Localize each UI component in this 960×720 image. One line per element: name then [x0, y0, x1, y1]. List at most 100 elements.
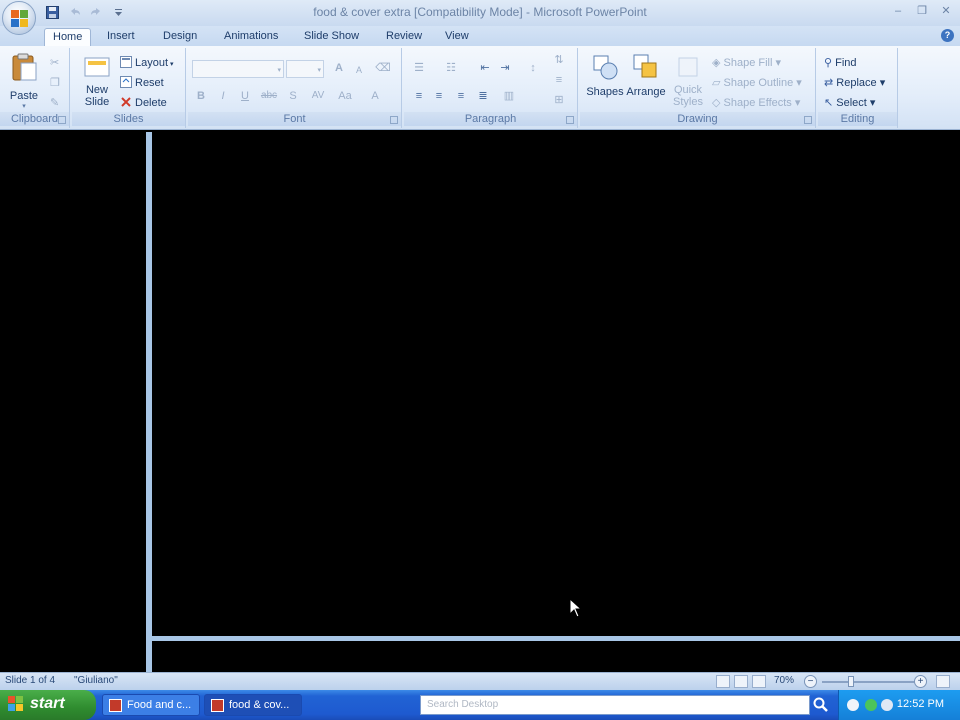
tab-design[interactable]: Design	[155, 28, 205, 46]
notes-pane[interactable]	[152, 641, 960, 672]
layout-button[interactable]: Layout ▾	[120, 56, 174, 69]
cut-icon[interactable]: ✂	[50, 56, 59, 69]
office-button[interactable]	[2, 1, 36, 35]
change-case-button[interactable]: Aa	[334, 88, 356, 104]
reset-label: Reset	[135, 77, 164, 89]
align-left-icon[interactable]: ≡	[410, 88, 428, 104]
title-bar: food & cover extra [Compatibility Mode] …	[0, 0, 960, 26]
zoom-slider[interactable]	[822, 681, 914, 683]
windows-taskbar: start Food and c... food & cov... Search…	[0, 690, 960, 720]
reset-button[interactable]: Reset	[120, 76, 164, 89]
shape-effects-label: Shape Effects	[723, 97, 792, 109]
font-group-label: Font	[188, 112, 401, 126]
align-right-icon[interactable]: ≡	[452, 88, 470, 104]
font-color-button[interactable]: A	[366, 88, 384, 104]
messenger-icon[interactable]	[881, 699, 893, 711]
select-button[interactable]: ↖ Select ▾	[824, 96, 875, 109]
network-icon[interactable]	[865, 699, 877, 711]
taskbar-item-food-and[interactable]: Food and c...	[102, 694, 200, 716]
shrink-font-button[interactable]: A	[350, 62, 368, 78]
shape-fill-button[interactable]: ◈ Shape Fill ▾	[712, 56, 781, 69]
status-bar: Slide 1 of 4 "Giuliano" 70% − +	[0, 672, 960, 690]
delete-button[interactable]: Delete	[120, 96, 167, 109]
columns-icon[interactable]: ▥	[500, 88, 518, 104]
desktop-search-input[interactable]: Search Desktop	[420, 695, 810, 715]
zoom-out-button[interactable]: −	[804, 675, 817, 688]
window-title: food & cover extra [Compatibility Mode] …	[313, 5, 647, 19]
clear-formatting-icon[interactable]: ⌫	[374, 60, 392, 76]
justify-icon[interactable]: ≣	[474, 88, 492, 104]
slides-pane[interactable]	[0, 132, 146, 672]
slides-group: New Slide Layout ▾ Reset Delete Slides	[72, 48, 186, 128]
find-button[interactable]: ⚲ Find	[824, 56, 857, 69]
taskbar-item-label: Food and c...	[127, 699, 192, 711]
increase-indent-icon[interactable]: ⇥	[496, 60, 514, 76]
quick-styles-button[interactable]: Quick Styles	[668, 52, 708, 108]
shape-fill-label: Shape Fill	[723, 57, 773, 69]
font-size-combo[interactable]: ▾	[286, 60, 324, 78]
character-spacing-button[interactable]: AV	[306, 88, 330, 104]
strikethrough-button[interactable]: abc	[258, 88, 280, 104]
font-launcher-icon[interactable]	[390, 116, 398, 124]
numbering-icon[interactable]: ☷	[442, 60, 460, 76]
paragraph-launcher-icon[interactable]	[566, 116, 574, 124]
drawing-launcher-icon[interactable]	[804, 116, 812, 124]
select-arrow-icon: ↖	[824, 97, 837, 109]
zoom-level[interactable]: 70%	[774, 675, 794, 686]
align-text-icon[interactable]: ≡	[550, 72, 568, 88]
shape-effects-icon: ◇	[712, 97, 724, 109]
delete-icon	[120, 96, 132, 108]
format-painter-icon[interactable]: ✎	[50, 96, 59, 109]
shape-outline-button[interactable]: ▱ Shape Outline ▾	[712, 76, 802, 89]
shapes-icon	[590, 52, 620, 82]
delete-label: Delete	[135, 97, 167, 109]
theme-name: "Giuliano"	[74, 675, 118, 686]
restore-button[interactable]: ❐	[914, 4, 930, 18]
normal-view-icon[interactable]	[716, 675, 730, 688]
taskbar-item-food-cover[interactable]: food & cov...	[204, 694, 302, 716]
minimize-button[interactable]: –	[890, 4, 906, 18]
powerpoint-icon	[109, 699, 122, 712]
zoom-slider-thumb[interactable]	[848, 676, 854, 687]
bullets-icon[interactable]: ☰	[410, 60, 428, 76]
smartart-icon[interactable]: ⊞	[550, 92, 568, 108]
close-button[interactable]: ✕	[938, 4, 954, 18]
zoom-in-button[interactable]: +	[914, 675, 927, 688]
replace-button[interactable]: ⇄ Replace ▾	[824, 76, 885, 89]
clipboard-launcher-icon[interactable]	[58, 116, 66, 124]
shapes-label: Shapes	[586, 86, 624, 98]
tab-home[interactable]: Home	[44, 28, 92, 46]
slide-show-view-icon[interactable]	[752, 675, 766, 688]
text-shadow-button[interactable]: S	[284, 88, 302, 104]
italic-button[interactable]: I	[214, 88, 232, 104]
new-slide-button[interactable]: New Slide	[76, 52, 118, 108]
tab-insert[interactable]: Insert	[99, 28, 143, 46]
new-slide-label-2: Slide	[84, 96, 110, 108]
arrange-button[interactable]: Arrange	[626, 52, 666, 98]
shapes-button[interactable]: Shapes	[586, 52, 624, 98]
tray-back-icon[interactable]	[847, 699, 859, 711]
fit-to-window-icon[interactable]	[936, 675, 950, 688]
grow-font-button[interactable]: A	[330, 60, 348, 76]
align-center-icon[interactable]: ≡	[430, 88, 448, 104]
mouse-cursor-icon	[569, 598, 583, 618]
search-icon[interactable]	[812, 695, 830, 715]
bold-button[interactable]: B	[192, 88, 210, 104]
tab-animations[interactable]: Animations	[216, 28, 286, 46]
tab-view[interactable]: View	[437, 28, 477, 46]
line-spacing-icon[interactable]: ↕	[524, 60, 542, 76]
paste-button[interactable]: Paste ▾	[6, 52, 42, 110]
help-icon[interactable]: ?	[941, 29, 954, 42]
font-name-combo[interactable]: ▾	[192, 60, 284, 78]
start-button[interactable]: start	[0, 690, 96, 720]
decrease-indent-icon[interactable]: ⇤	[476, 60, 494, 76]
shape-effects-button[interactable]: ◇ Shape Effects ▾	[712, 96, 800, 109]
slide-sorter-view-icon[interactable]	[734, 675, 748, 688]
underline-button[interactable]: U	[236, 88, 254, 104]
tab-slide-show[interactable]: Slide Show	[296, 28, 367, 46]
tab-review[interactable]: Review	[378, 28, 430, 46]
text-direction-icon[interactable]: ⇅	[550, 52, 568, 68]
quick-styles-label-1: Quick	[673, 84, 703, 96]
copy-icon[interactable]: ❐	[50, 76, 60, 89]
slide-editing-area[interactable]	[152, 132, 960, 636]
